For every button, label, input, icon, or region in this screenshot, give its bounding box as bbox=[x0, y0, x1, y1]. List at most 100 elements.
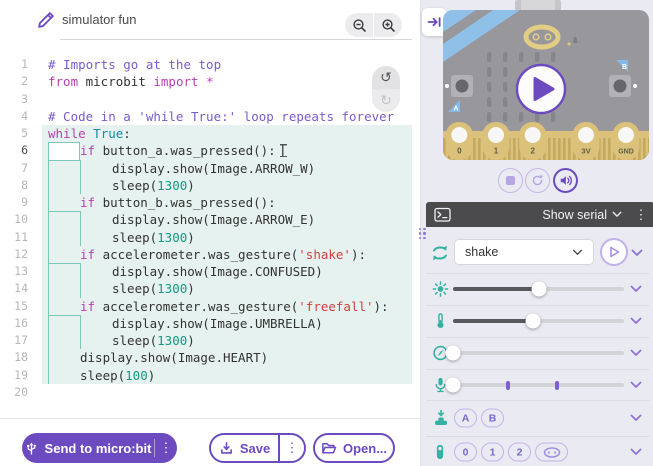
slider-thumb[interactable] bbox=[531, 282, 546, 297]
open-button[interactable]: Open... bbox=[313, 433, 395, 463]
svg-text:A: A bbox=[453, 106, 458, 113]
code-line-11[interactable]: 11sleep(1300) bbox=[0, 229, 420, 246]
code-line-6[interactable]: 6if button_a.was_pressed(): bbox=[0, 142, 420, 159]
compass-row bbox=[421, 341, 653, 365]
play-overlay-button[interactable] bbox=[517, 65, 565, 113]
collapse-right-icon bbox=[427, 15, 442, 29]
send-options-button[interactable]: ⋮ bbox=[154, 439, 177, 457]
edit-project-name-button[interactable] bbox=[36, 10, 56, 30]
pill-0[interactable]: 0 bbox=[454, 443, 477, 462]
save-options-button[interactable]: ⋮ bbox=[278, 435, 304, 461]
microphone-slider[interactable] bbox=[453, 383, 624, 387]
simulator-pane: A B 0 bbox=[420, 0, 653, 466]
code-line-1[interactable]: 1# Imports go at the top bbox=[0, 56, 420, 73]
indent-guide bbox=[48, 194, 80, 211]
mic-threshold-tick bbox=[506, 381, 510, 390]
unmute-audio-button[interactable] bbox=[553, 168, 578, 193]
brightness-slider[interactable] bbox=[453, 287, 624, 291]
line-number: 19 bbox=[0, 367, 42, 384]
code-line-17[interactable]: 17sleep(1300) bbox=[0, 332, 420, 349]
code-line-15[interactable]: 15if accelerometer.was_gesture('freefall… bbox=[0, 298, 420, 315]
pill-A[interactable]: A bbox=[454, 409, 477, 428]
line-number: 8 bbox=[0, 177, 42, 194]
send-to-microbit-button[interactable]: Send to micro:bit bbox=[22, 433, 154, 463]
indent-guide bbox=[80, 280, 112, 297]
chevron-down-icon bbox=[630, 448, 642, 456]
indent-guide bbox=[80, 211, 112, 228]
pin-logo-pill[interactable] bbox=[535, 443, 568, 462]
code-line-10[interactable]: 10display.show(Image.ARROW_E) bbox=[0, 211, 420, 228]
slider-thumb[interactable] bbox=[526, 314, 541, 329]
temperature-slider[interactable] bbox=[453, 319, 624, 323]
gesture-select[interactable]: shake bbox=[454, 239, 594, 265]
microbit-python-editor: simulator fun bbox=[0, 0, 653, 466]
speaker-icon bbox=[559, 174, 573, 187]
code-line-12[interactable]: 12if accelerometer.was_gesture('shake'): bbox=[0, 246, 420, 263]
buttons-expand-button[interactable] bbox=[628, 412, 644, 424]
code-line-5[interactable]: 5while True: bbox=[0, 125, 420, 142]
code-line-7[interactable]: 7display.show(Image.ARROW_W) bbox=[0, 160, 420, 177]
send-gesture-button[interactable] bbox=[600, 238, 628, 266]
show-serial-button[interactable]: Show serial bbox=[536, 207, 628, 223]
compass-slider[interactable] bbox=[453, 351, 624, 355]
svg-text:2: 2 bbox=[530, 147, 535, 156]
line-number: 16 bbox=[0, 315, 42, 332]
divider bbox=[426, 436, 650, 437]
code-line-9[interactable]: 9if button_b.was_pressed(): bbox=[0, 194, 420, 211]
undo-icon: ↺ bbox=[380, 69, 392, 86]
line-number: 14 bbox=[0, 280, 42, 297]
indent-guide bbox=[48, 298, 80, 315]
line-number: 15 bbox=[0, 298, 42, 315]
code-line-8[interactable]: 8sleep(1300) bbox=[0, 177, 420, 194]
zoom-in-button[interactable] bbox=[374, 13, 402, 37]
save-button[interactable]: Save bbox=[211, 435, 278, 461]
pill-2[interactable]: 2 bbox=[508, 443, 531, 462]
indent-guide bbox=[48, 246, 80, 263]
compass-expand-button[interactable] bbox=[628, 347, 644, 359]
code-line-14[interactable]: 14sleep(1300) bbox=[0, 280, 420, 297]
redo-icon: ↻ bbox=[380, 92, 392, 109]
line-number: 17 bbox=[0, 332, 42, 349]
indent-guide bbox=[80, 315, 112, 332]
stop-simulator-button[interactable] bbox=[498, 168, 523, 193]
microbit-board[interactable]: A B 0 bbox=[443, 0, 649, 160]
code-editor[interactable]: 1# Imports go at the top2from microbit i… bbox=[0, 56, 420, 401]
indent-guide bbox=[80, 229, 112, 246]
indent-guide bbox=[48, 177, 80, 194]
pin-number-pills: 012 bbox=[454, 443, 531, 462]
undo-button[interactable]: ↺ bbox=[372, 66, 400, 89]
indent-guide bbox=[80, 263, 112, 280]
code-line-3[interactable]: 3 bbox=[0, 91, 420, 108]
line-number: 2 bbox=[0, 73, 42, 90]
code-line-2[interactable]: 2from microbit import * bbox=[0, 73, 420, 90]
code-line-13[interactable]: 13display.show(Image.CONFUSED) bbox=[0, 263, 420, 280]
reset-simulator-button[interactable] bbox=[525, 168, 550, 193]
indent-guide bbox=[80, 160, 112, 177]
slider-thumb[interactable] bbox=[446, 378, 461, 393]
brightness-expand-button[interactable] bbox=[628, 283, 644, 295]
code-line-16[interactable]: 16display.show(Image.UMBRELLA) bbox=[0, 315, 420, 332]
code-line-19[interactable]: 19sleep(100) bbox=[0, 367, 420, 384]
gesture-expand-button[interactable] bbox=[629, 247, 645, 259]
code-line-18[interactable]: 18display.show(Image.HEART) bbox=[0, 349, 420, 366]
chevron-down-icon bbox=[630, 414, 642, 422]
button-pills: AB bbox=[454, 409, 504, 428]
code-line-4[interactable]: 4# Code in a 'while True:' loop repeats … bbox=[0, 108, 420, 125]
slider-thumb[interactable] bbox=[446, 346, 461, 361]
indent-guide bbox=[48, 229, 80, 246]
zoom-out-button[interactable] bbox=[345, 13, 373, 37]
pins-expand-button[interactable] bbox=[628, 446, 644, 458]
code-line-20[interactable]: 20 bbox=[0, 384, 420, 401]
serial-terminal-icon bbox=[434, 207, 452, 223]
pill-B[interactable]: B bbox=[481, 409, 504, 428]
open-label: Open... bbox=[343, 441, 387, 456]
temperature-expand-button[interactable] bbox=[628, 315, 644, 327]
svg-text:1: 1 bbox=[494, 147, 499, 156]
pill-1[interactable]: 1 bbox=[481, 443, 504, 462]
microphone-expand-button[interactable] bbox=[628, 379, 644, 391]
project-actions-bar: Send to micro:bit ⋮ Save ⋮ bbox=[0, 418, 420, 466]
serial-menu-button[interactable]: ⋮ bbox=[628, 207, 653, 223]
line-number: 7 bbox=[0, 160, 42, 177]
indent-guide bbox=[48, 263, 80, 280]
thermometer-icon bbox=[432, 313, 449, 330]
